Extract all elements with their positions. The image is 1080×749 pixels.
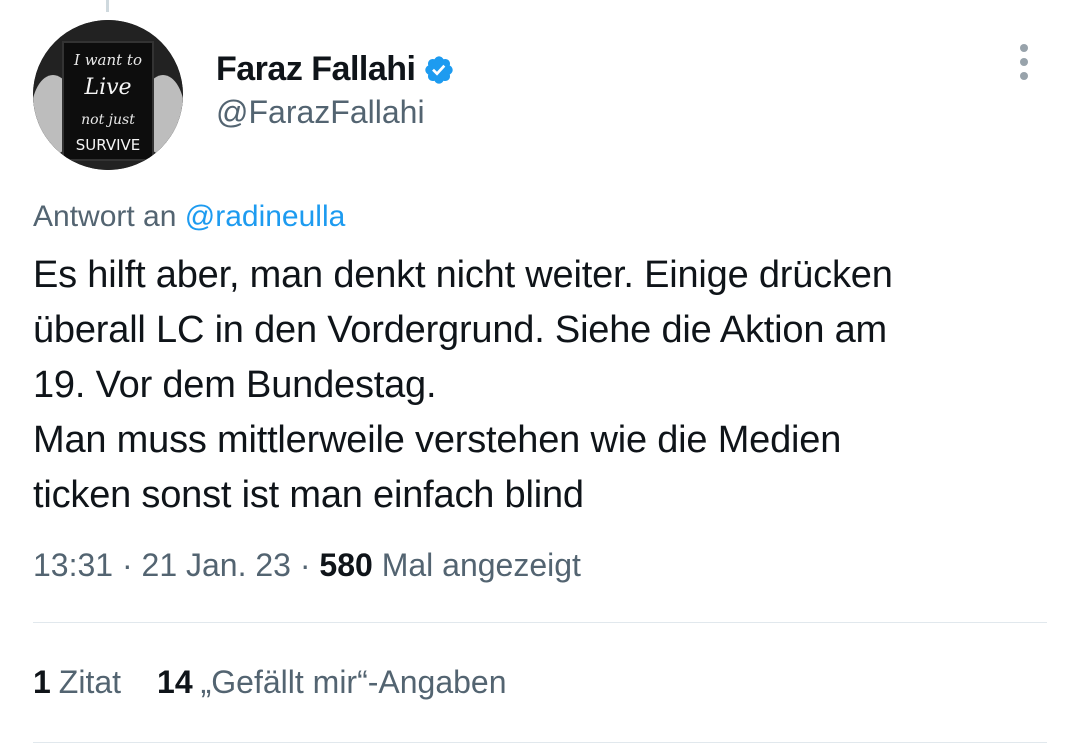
divider xyxy=(33,742,1047,743)
likes-count: 14 xyxy=(157,664,193,700)
quotes-stat[interactable]: 1 Zitat xyxy=(33,664,121,701)
views-label: Mal angezeigt xyxy=(381,547,581,583)
reply-mention-link[interactable]: @radineulla xyxy=(185,200,346,233)
avatar-sign-line4: SURVIVE xyxy=(76,136,141,154)
quotes-label: Zitat xyxy=(58,664,122,700)
engagement-stats: 1 Zitat 14 „Gefällt mir“-Angaben xyxy=(33,664,507,701)
author-handle[interactable]: @FarazFallahi xyxy=(216,94,425,131)
quotes-count: 1 xyxy=(33,664,51,700)
verified-badge-icon xyxy=(423,54,455,86)
views-count: 580 xyxy=(319,547,373,583)
divider xyxy=(33,622,1047,623)
avatar-sign-line3: not just xyxy=(81,112,135,128)
meta-separator: · xyxy=(299,547,311,583)
likes-label: „Gefällt mir“-Angaben xyxy=(200,664,507,700)
thread-connector-line xyxy=(106,0,109,12)
more-options-icon[interactable] xyxy=(1012,44,1036,84)
avatar-sign-line2: Live xyxy=(83,75,131,100)
tweet-time[interactable]: 13:31 xyxy=(33,547,113,583)
meta-separator: · xyxy=(121,547,133,583)
reply-prefix: Antwort an xyxy=(33,200,177,233)
avatar-image: I want to Live not just SURVIVE xyxy=(33,20,183,170)
author-name-row[interactable]: Faraz Fallahi xyxy=(216,50,455,89)
reply-context: Antwort an @radineulla xyxy=(33,200,345,234)
tweet-meta: 13:31 · 21 Jan. 23 · 580 Mal angezeigt xyxy=(33,547,581,584)
tweet-date[interactable]: 21 Jan. 23 xyxy=(142,547,291,583)
avatar-sign-line1: I want to xyxy=(73,51,142,69)
tweet-text: Es hilft aber, man denkt nicht weiter. E… xyxy=(33,254,893,516)
avatar[interactable]: I want to Live not just SURVIVE xyxy=(33,20,183,170)
display-name[interactable]: Faraz Fallahi xyxy=(216,50,416,89)
likes-stat[interactable]: 14 „Gefällt mir“-Angaben xyxy=(157,664,506,701)
